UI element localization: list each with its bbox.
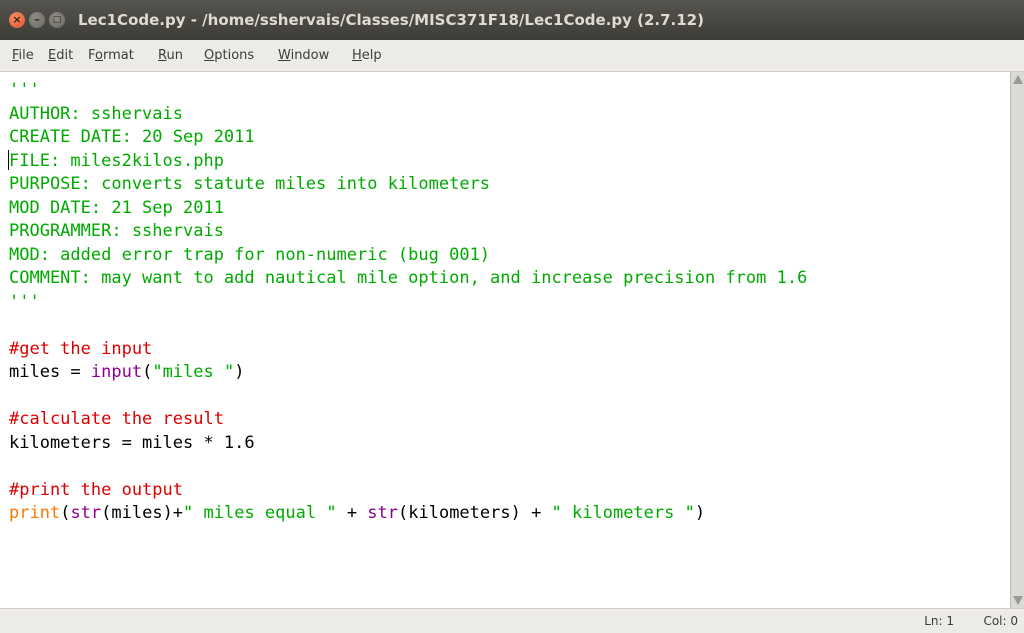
menu-item-mnemonic: o [95, 48, 103, 63]
code-token: AUTHOR: sshervais [9, 103, 183, 124]
scroll-up-arrow-icon[interactable] [1013, 75, 1023, 84]
code-token: ( [60, 503, 71, 523]
maximize-window-icon[interactable]: □ [49, 12, 65, 28]
code-line: PURPOSE: converts statute miles into kil… [9, 173, 807, 197]
code-line: AUTHOR: sshervais [9, 103, 807, 127]
code-line: FILE: miles2kilos.php [9, 150, 807, 174]
code-token: ) [234, 362, 245, 382]
code-text[interactable]: ''' AUTHOR: sshervais CREATE DATE: 20 Sep … [9, 79, 807, 526]
code-token: input [90, 362, 143, 382]
menu-item-window[interactable]: Window [272, 40, 335, 72]
menu-item-edit[interactable]: Edit [42, 40, 79, 72]
code-token: ( [142, 362, 153, 382]
code-token: " kilometers " [551, 503, 695, 523]
title-bar[interactable]: × – □ Lec1Code.py - /home/sshervais/Clas… [0, 0, 1024, 40]
code-line: #get the input [9, 338, 807, 362]
code-token: MOD DATE: 21 Sep 2011 [9, 197, 224, 218]
code-editor[interactable]: ''' AUTHOR: sshervais CREATE DATE: 20 Sep … [0, 72, 1010, 608]
code-token: miles = [9, 362, 91, 382]
menu-item-text: rmat [102, 48, 134, 63]
code-token: MOD: added error trap for non-numeric (b… [9, 244, 491, 265]
menu-item-help[interactable]: Help [346, 40, 388, 72]
status-column-number: Col: 0 [983, 614, 1018, 628]
scroll-down-arrow-icon[interactable] [1013, 596, 1023, 605]
idle-editor-window: × – □ Lec1Code.py - /home/sshervais/Clas… [0, 0, 1024, 633]
code-token: PURPOSE: converts statute miles into kil… [9, 174, 491, 194]
code-line: PROGRAMMER: sshervais [9, 220, 807, 244]
code-line: kilometers = miles * 1.6 [9, 432, 807, 456]
menu-item-run[interactable]: Run [152, 40, 189, 72]
code-token: #print the output [9, 479, 183, 500]
menu-item-file[interactable]: File [6, 40, 40, 72]
code-line: ''' [9, 79, 807, 103]
code-token: CREATE DATE: 20 Sep 2011 [9, 127, 255, 147]
code-line: CREATE DATE: 20 Sep 2011 [9, 126, 807, 150]
menu-item-mnemonic: W [278, 48, 291, 63]
code-line: MOD: added error trap for non-numeric (b… [9, 244, 807, 268]
code-token: ''' [9, 291, 40, 312]
menu-item-text: ptions [214, 48, 255, 63]
code-token: (miles)+ [101, 503, 184, 523]
code-token: FILE: miles2kilos.php [9, 150, 224, 171]
menu-item-format[interactable]: Format [82, 40, 140, 72]
code-token: PROGRAMMER: sshervais [9, 221, 224, 241]
code-line: ''' [9, 291, 807, 315]
code-token: ) [694, 503, 706, 523]
menu-item-mnemonic: H [352, 48, 362, 63]
code-token: "miles " [152, 362, 235, 382]
menu-item-text: indow [290, 48, 330, 63]
menu-bar: File Edit Format Run Options Window Help [0, 40, 1024, 72]
code-token: (kilometers) + [398, 503, 552, 523]
status-line-number: Ln: 1 [924, 614, 954, 628]
code-line: COMMENT: may want to add nautical mile o… [9, 267, 807, 291]
menu-item-text: F [88, 48, 96, 63]
vertical-scrollbar[interactable] [1010, 72, 1024, 608]
code-token: #calculate the result [9, 409, 224, 429]
text-cursor [8, 150, 9, 170]
code-token: ''' [9, 80, 40, 100]
code-line: #print the output [9, 479, 807, 503]
minimize-window-icon[interactable]: – [29, 12, 45, 28]
menu-item-mnemonic: E [48, 48, 57, 63]
code-token: COMMENT: may want to add nautical mile o… [9, 268, 808, 288]
status-bar: Ln: 1 Col: 0 [0, 608, 1024, 633]
code-line: print(str(miles)+" miles equal " + str(k… [9, 502, 807, 526]
menu-item-text: dit [56, 48, 74, 63]
close-window-icon[interactable]: × [9, 12, 25, 28]
menu-item-mnemonic: O [204, 48, 215, 63]
menu-item-text: un [166, 48, 183, 63]
menu-item-text: elp [361, 48, 382, 63]
code-line: miles = input("miles ") [9, 361, 807, 385]
code-token: str [70, 503, 102, 523]
code-token: print [9, 503, 61, 523]
code-token: " miles equal " [183, 503, 337, 523]
code-token: + [336, 503, 368, 523]
code-token: str [367, 503, 399, 523]
code-token: kilometers = miles * 1.6 [9, 432, 255, 453]
code-line: MOD DATE: 21 Sep 2011 [9, 197, 807, 221]
code-token: #get the input [9, 338, 153, 359]
window-title: Lec1Code.py - /home/sshervais/Classes/MI… [78, 11, 704, 29]
code-line: #calculate the result [9, 408, 807, 432]
menu-item-options[interactable]: Options [198, 40, 260, 72]
menu-item-text: ile [18, 48, 34, 63]
